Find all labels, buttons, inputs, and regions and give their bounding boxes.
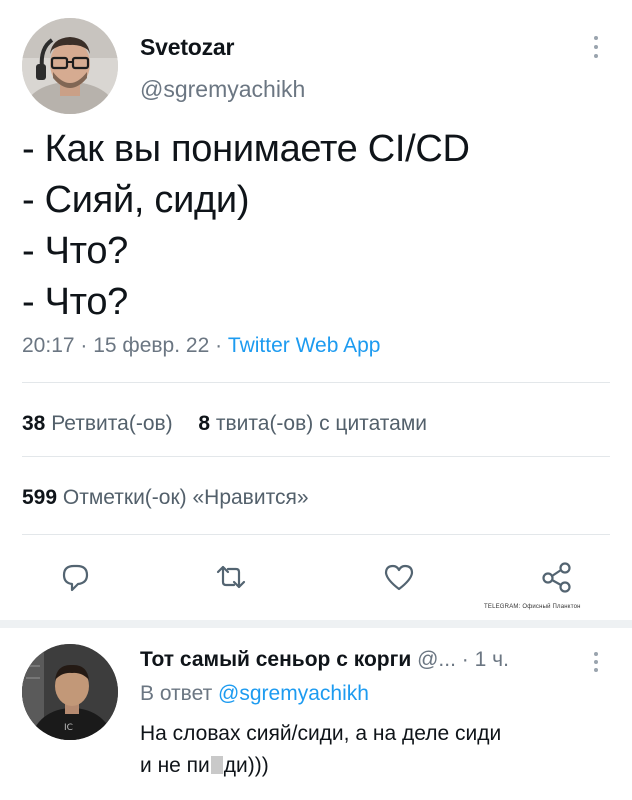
reply-tweet[interactable]: IC Тот самый сеньор с корги @... · 1 ч. … [0,628,632,800]
divider [22,456,610,457]
retweet-quote-stats: 38 Ретвита(-ов) 8 твита(-ов) с цитатами [22,412,427,436]
main-tweet: Svetozar @sgremyachikh - Как вы понимает… [0,0,632,610]
author-handle[interactable]: @sgremyachikh [140,76,305,103]
censor-block [210,756,223,774]
quotes-label: твита(-ов) с цитатами [215,412,428,435]
author-name[interactable]: Svetozar [140,34,234,61]
tweet-source-app[interactable]: Twitter Web App [228,334,381,357]
tweet-line: - Сияй, сиди) [22,179,250,221]
like-icon[interactable] [382,560,416,594]
likes-label: Отметки(-ок) «Нравится» [62,486,309,509]
reply-icon[interactable] [58,560,92,594]
author-avatar[interactable] [22,18,118,114]
tweet-text: - Как вы понимаете CI/CD - Сияй, сиди) -… [22,124,470,328]
tweet-date[interactable]: 15 февр. 22 [93,334,209,357]
divider [22,534,610,535]
retweet-icon[interactable] [214,560,248,594]
reply-line-part: ди))) [223,754,269,777]
svg-text:IC: IC [64,723,73,733]
watermark-text: TELEGRAM: Офисный Планктон [484,604,581,610]
reply-text: На словах сияй/сиди, а на деле сиди и не… [140,718,610,782]
share-icon[interactable] [540,560,574,594]
reply-line: и не пи ди))) [140,750,610,782]
reply-header: Тот самый сеньор с корги @... · 1 ч. [140,648,509,671]
tweet-line: - Что? [22,281,128,323]
divider [22,382,610,383]
likes-count: 599 [22,486,58,509]
likes-stats[interactable]: 599 Отметки(-ок) «Нравится» [22,486,309,510]
tweet-time[interactable]: 20:17 [22,334,75,357]
tweet-meta: 20:17 · 15 февр. 22 · Twitter Web App [22,334,380,358]
retweets-stat[interactable]: 38 Ретвита(-ов) [22,412,173,435]
quotes-stat[interactable]: 8 твита(-ов) с цитатами [198,412,427,435]
retweets-label: Ретвита(-ов) [51,412,173,435]
thread-separator [0,620,632,628]
reply-more-options-icon[interactable] [592,652,600,678]
meta-separator: · [74,334,94,357]
tweet-line: - Как вы понимаете CI/CD [22,128,470,170]
reply-time[interactable]: 1 ч. [475,648,509,671]
reply-author-handle[interactable]: @... [417,648,456,671]
replying-to: В ответ @sgremyachikh [140,682,369,706]
tweet-line: - Что? [22,230,128,272]
reply-to-label: В ответ [140,682,213,705]
reply-to-mention[interactable]: @sgremyachikh [218,682,369,705]
reply-author-avatar[interactable]: IC [22,644,118,740]
reply-author-name[interactable]: Тот самый сеньор с корги [140,648,411,671]
reply-line-part: и не пи [140,754,210,777]
more-options-icon[interactable] [592,36,600,64]
reply-line: На словах сияй/сиди, а на деле сиди [140,722,502,745]
meta-separator: · [209,334,228,357]
retweets-count: 38 [22,412,46,435]
quotes-count: 8 [198,412,211,435]
